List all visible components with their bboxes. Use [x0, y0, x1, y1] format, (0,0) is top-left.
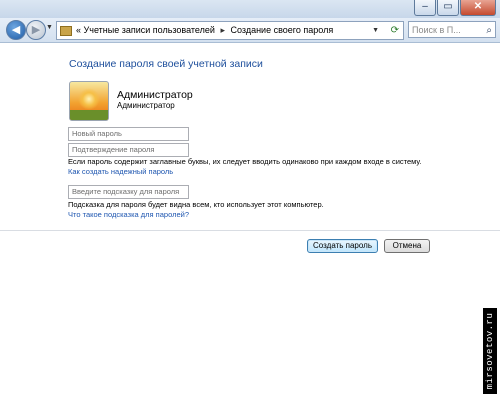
flower-icon	[78, 88, 100, 110]
back-arrow-icon[interactable]: ◀	[6, 20, 26, 40]
password-hint-field[interactable]	[68, 185, 189, 199]
title-bar: ‒ ▭ ✕	[0, 0, 500, 18]
confirm-password-field[interactable]	[68, 143, 189, 157]
breadcrumb-separator-icon[interactable]: ▸	[220, 25, 225, 35]
cancel-button[interactable]: Отмена	[384, 239, 430, 253]
strong-password-link[interactable]: Как создать надежный пароль	[68, 167, 173, 176]
main-content: Создание пароля своей учетной записи Адм…	[0, 43, 500, 396]
refresh-icon[interactable]: ⟳	[391, 22, 399, 39]
password-hint-help-link[interactable]: Что такое подсказка для паролей?	[68, 210, 189, 219]
close-icon[interactable]: ✕	[460, 0, 496, 16]
search-icon[interactable]: ⌕	[486, 22, 492, 37]
case-sensitivity-note: Если пароль содержит заглавные буквы, их…	[68, 157, 422, 166]
watermark-text: mirsovetov.ru	[485, 312, 495, 390]
breadcrumb-prefix[interactable]: «	[76, 25, 81, 35]
create-password-button[interactable]: Создать пароль	[307, 239, 378, 253]
search-placeholder: Поиск в П...	[412, 25, 461, 35]
minimize-icon[interactable]: ‒	[414, 0, 436, 16]
breadcrumb-item-accounts[interactable]: Учетные записи пользователей	[84, 25, 215, 35]
avatar-ground	[70, 110, 108, 120]
user-role: Администратор	[117, 101, 175, 110]
divider	[0, 230, 500, 231]
watermark: mirsovetov.ru	[483, 308, 497, 394]
window-controls: ‒ ▭ ✕	[414, 0, 496, 16]
navigation-bar: ◀ ▶ ▼ « Учетные записи пользователей ▸ С…	[0, 18, 500, 43]
user-avatar	[69, 81, 109, 121]
address-dropdown-icon[interactable]: ▼	[372, 22, 379, 39]
new-password-field[interactable]	[68, 127, 189, 141]
hint-visibility-note: Подсказка для пароля будет видна всем, к…	[68, 200, 324, 209]
maximize-icon[interactable]: ▭	[437, 0, 459, 16]
history-dropdown-icon[interactable]: ▼	[46, 24, 53, 31]
folder-icon	[60, 25, 72, 36]
search-input[interactable]: Поиск в П... ⌕	[408, 21, 496, 38]
address-bar[interactable]: « Учетные записи пользователей ▸ Создани…	[56, 21, 404, 40]
user-name: Администратор	[117, 89, 193, 101]
control-panel-window: ‒ ▭ ✕ ◀ ▶ ▼ « Учетные записи пользовател…	[0, 0, 500, 396]
forward-arrow-icon[interactable]: ▶	[26, 20, 46, 40]
breadcrumb-item-create-password[interactable]: Создание своего пароля	[231, 25, 334, 35]
page-title: Создание пароля своей учетной записи	[69, 58, 263, 70]
